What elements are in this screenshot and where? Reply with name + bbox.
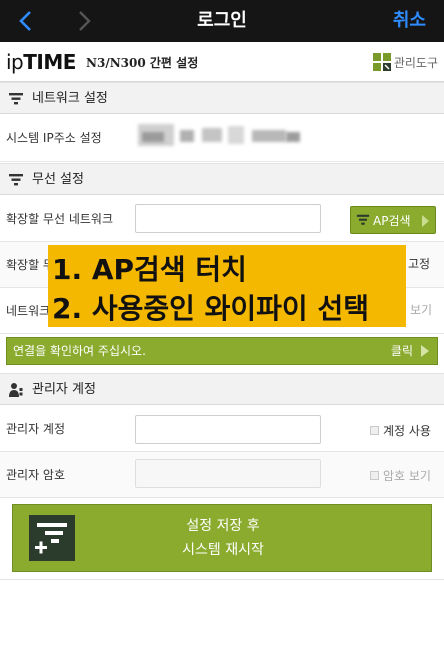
extend-network-label: 확장할 무선 네트워크 xyxy=(6,212,113,226)
account-use-label: 계정 사용 xyxy=(383,424,431,438)
arrow-right-icon xyxy=(422,215,429,227)
management-tools-label: 관리도구 xyxy=(393,55,438,70)
ap-search-label: AP검색 xyxy=(373,213,411,228)
show-option[interactable]: 보기 xyxy=(410,301,432,318)
click-label: 클릭 xyxy=(390,344,413,358)
top-nav-bar: 로그인 취소 xyxy=(0,0,444,42)
wireless-row-2-label: 확장할 무 xyxy=(6,258,54,272)
chevron-left-icon[interactable] xyxy=(14,9,38,33)
password-show-label: 암호 보기 xyxy=(383,469,431,483)
ip-address-label: 시스템 IP주소 설정 xyxy=(6,131,102,145)
page-title: 로그인 xyxy=(197,10,247,31)
arrow-right-icon xyxy=(421,345,429,357)
cancel-button[interactable]: 취소 xyxy=(393,0,426,42)
management-tools-link[interactable]: 관리도구 xyxy=(372,52,438,72)
wireless-row-3-label: 네트워크 xyxy=(6,304,51,318)
iptime-logo: ipTIME xyxy=(6,50,76,74)
admin-user-icon xyxy=(9,383,23,397)
instruction-line-2: 2. 사용중인 와이파이 선택 xyxy=(52,292,369,325)
admin-account-label: 관리자 계정 xyxy=(6,422,66,436)
model-subtitle: N3/N300 간편 설정 xyxy=(86,56,199,70)
instruction-overlay: 1. AP검색 터치 2. 사용중인 와이파이 선택 xyxy=(48,245,406,327)
filter-icon xyxy=(9,174,23,186)
brand-header: ipTIME N3/N300 간편 설정 관리도구 xyxy=(0,42,444,82)
section-network-settings: 네트워크 설정 xyxy=(0,82,444,114)
save-and-restart-button[interactable]: 설정 저장 후 시스템 재시작 xyxy=(12,504,432,572)
section-label: 무선 설정 xyxy=(32,172,84,187)
section-admin-account: 관리자 계정 xyxy=(0,373,444,405)
admin-password-label: 관리자 암호 xyxy=(6,468,66,482)
fixed-option[interactable]: 고정 xyxy=(408,255,430,272)
divider xyxy=(0,579,444,580)
filter-icon xyxy=(356,214,370,225)
instruction-line-1: 1. AP검색 터치 xyxy=(52,253,247,286)
section-label: 네트워크 설정 xyxy=(32,91,108,106)
section-wireless-settings: 무선 설정 xyxy=(0,163,444,195)
admin-account-input[interactable] xyxy=(135,415,321,444)
extend-network-input[interactable] xyxy=(135,204,321,233)
management-tools-icon xyxy=(372,53,391,71)
save-label-line-2: 시스템 재시작 xyxy=(182,542,264,558)
filter-icon xyxy=(9,93,23,105)
chevron-right-icon[interactable] xyxy=(72,9,96,33)
connection-message: 연결을 확인하여 주십시오. xyxy=(13,344,146,358)
connection-check-bar[interactable]: 연결을 확인하여 주십시오. 클릭 xyxy=(6,337,438,365)
admin-password-input[interactable] xyxy=(135,459,321,488)
section-label: 관리자 계정 xyxy=(32,382,96,397)
save-label-line-1: 설정 저장 후 xyxy=(186,518,260,534)
ap-search-button[interactable]: AP검색 xyxy=(350,206,436,234)
account-use-checkbox[interactable] xyxy=(370,426,379,435)
password-show-checkbox[interactable] xyxy=(370,471,379,480)
ip-address-field[interactable] xyxy=(136,118,306,152)
